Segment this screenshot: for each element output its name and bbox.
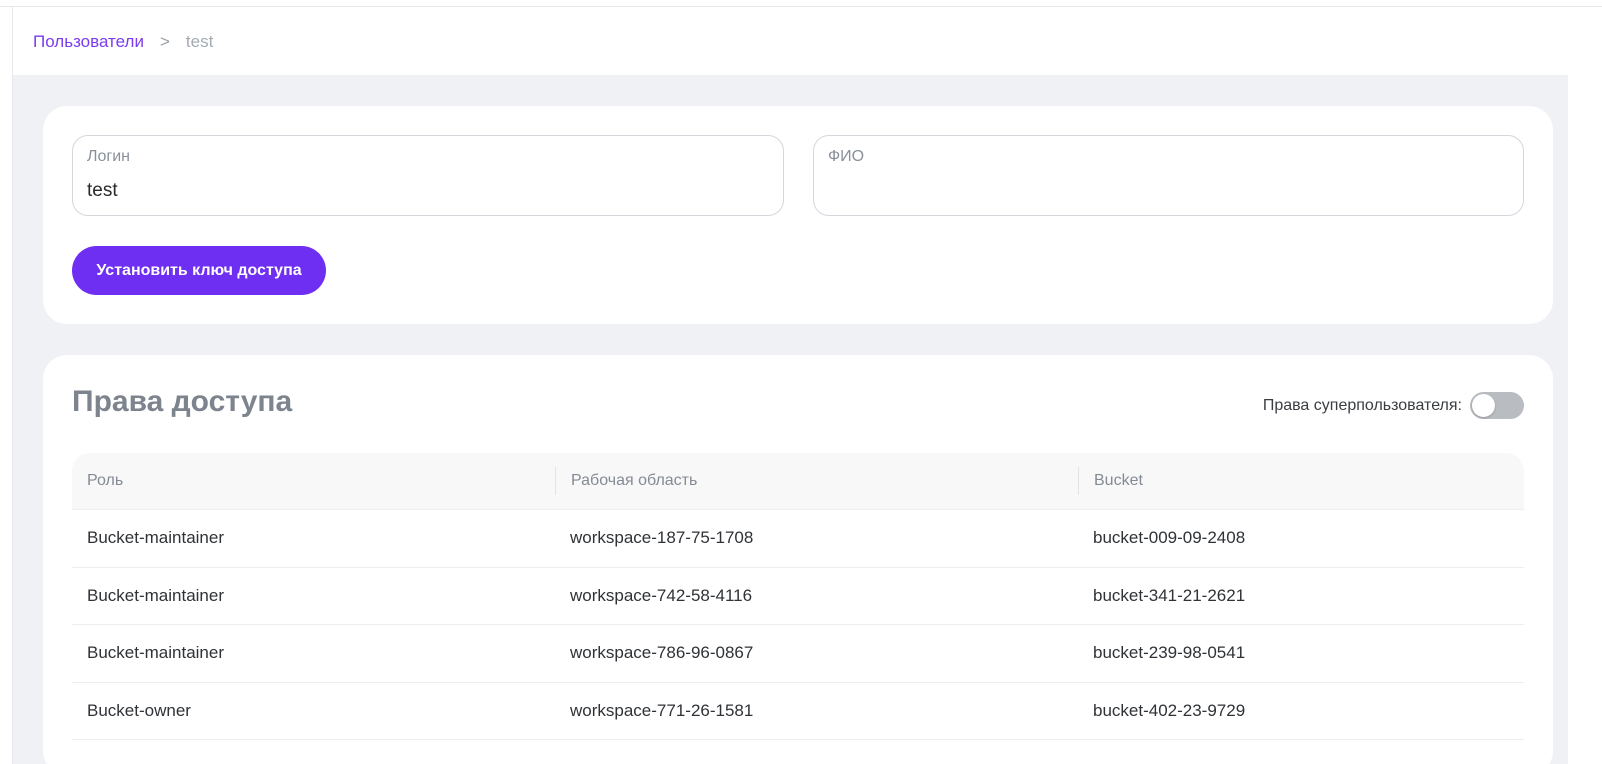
- breadcrumb: Пользователи > test: [13, 8, 1568, 75]
- access-table: Роль Рабочая область Bucket Bucket-maint…: [72, 453, 1524, 740]
- superuser-toggle[interactable]: [1470, 392, 1524, 419]
- login-input[interactable]: [87, 180, 769, 202]
- column-header-bucket[interactable]: Bucket: [1078, 467, 1524, 495]
- top-border: [0, 0, 1602, 7]
- cell-bucket: bucket-402-23-9729: [1093, 700, 1246, 720]
- toggle-knob: [1472, 394, 1495, 417]
- breadcrumb-separator: >: [159, 31, 170, 51]
- login-label: Логин: [87, 148, 131, 165]
- login-field[interactable]: Логин: [72, 135, 784, 216]
- table-row[interactable]: Bucket-maintainer workspace-786-96-0867 …: [72, 625, 1524, 683]
- table-row[interactable]: Bucket-owner workspace-771-26-1581 bucke…: [72, 683, 1524, 740]
- superuser-setting: Права суперпользователя:: [1263, 392, 1524, 419]
- table-row[interactable]: Bucket-maintainer workspace-187-75-1708 …: [72, 510, 1524, 568]
- cell-role: Bucket-maintainer: [87, 528, 225, 548]
- access-rights-title: Права доступа: [72, 385, 293, 418]
- fio-label: ФИО: [828, 148, 865, 165]
- table-header: Роль Рабочая область Bucket: [72, 453, 1524, 510]
- right-gutter: [1568, 7, 1602, 764]
- fio-input[interactable]: [828, 180, 1509, 202]
- cell-bucket: bucket-239-98-0541: [1093, 643, 1246, 663]
- cell-workspace: workspace-187-75-1708: [570, 528, 754, 548]
- cell-role: Bucket-maintainer: [87, 643, 225, 663]
- access-rights-card: Права доступа Права суперпользователя: Р…: [43, 355, 1553, 764]
- table-row[interactable]: Bucket-maintainer workspace-742-58-4116 …: [72, 568, 1524, 625]
- cell-workspace: workspace-771-26-1581: [570, 700, 754, 720]
- column-header-workspace[interactable]: Рабочая область: [555, 467, 1078, 495]
- cell-workspace: workspace-742-58-4116: [570, 585, 753, 605]
- cell-role: Bucket-owner: [87, 700, 191, 720]
- cell-bucket: bucket-341-21-2621: [1093, 585, 1246, 605]
- user-form-card: Логин ФИО Установить ключ доступа: [43, 106, 1553, 324]
- breadcrumb-users-link[interactable]: Пользователи: [33, 32, 144, 52]
- superuser-label: Права суперпользователя:: [1262, 396, 1462, 414]
- column-header-role[interactable]: Роль: [72, 467, 555, 495]
- cell-workspace: workspace-786-96-0867: [570, 643, 754, 663]
- fio-field[interactable]: ФИО: [813, 135, 1524, 216]
- set-access-key-button[interactable]: Установить ключ доступа: [72, 246, 326, 295]
- cell-bucket: bucket-009-09-2408: [1093, 528, 1246, 548]
- breadcrumb-current: test: [185, 31, 214, 51]
- cell-role: Bucket-maintainer: [87, 585, 225, 605]
